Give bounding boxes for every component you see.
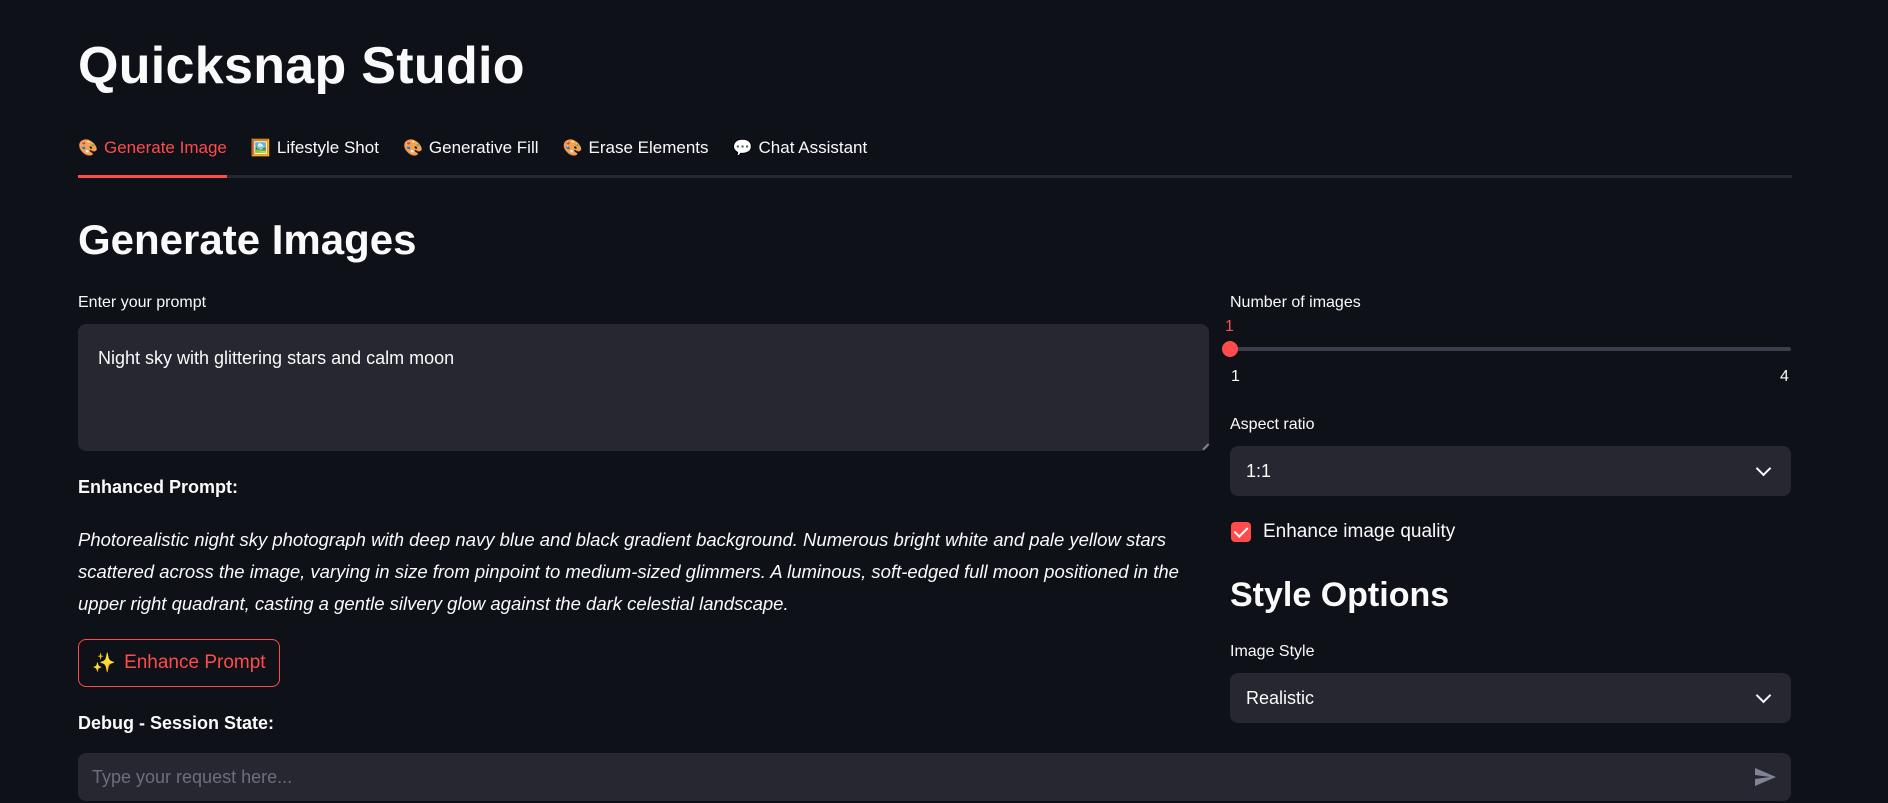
image-style-value: Realistic [1246,687,1315,708]
prompt-textarea[interactable] [78,324,1209,451]
app-root: Quicksnap Studio 🎨 Generate Image 🖼️ Lif… [0,0,1888,803]
prompt-label: Enter your prompt [78,294,207,311]
send-button[interactable] [1751,763,1779,791]
tab-label: Chat Assistant [758,138,868,157]
palette-icon: 🎨 [562,140,583,157]
framed-picture-icon: 🖼️ [250,140,271,157]
send-icon [1755,768,1776,786]
tab-label: Generative Fill [428,138,539,157]
enhance-prompt-label: Enhance Prompt [124,652,266,673]
num-images-label: Number of images [1230,294,1361,311]
slider-max-label: 4 [1780,368,1789,385]
section-title: Generate Images [78,216,417,263]
tab-erase-elements[interactable]: 🎨 Erase Elements [563,128,733,168]
enhance-prompt-button[interactable]: ✨ Enhance Prompt [78,639,280,687]
app-title: Quicksnap Studio [78,37,525,95]
sparkles-icon: ✨ [92,653,117,674]
enhance-quality-label: Enhance image quality [1263,521,1456,542]
checkmark-icon [1233,523,1249,538]
chat-input[interactable] [90,765,1751,789]
style-options-title: Style Options [1230,576,1450,614]
palette-icon: 🎨 [402,140,423,157]
aspect-ratio-value: 1:1 [1246,460,1272,481]
aspect-ratio-label: Aspect ratio [1230,416,1315,433]
num-images-slider-track[interactable] [1230,347,1791,351]
tab-bar: 🎨 Generate Image 🖼️ Lifestyle Shot 🎨 Gen… [78,128,1792,178]
aspect-ratio-select[interactable]: 1:1 [1230,446,1791,496]
tab-label: Generate Image [104,138,227,157]
tab-lifestyle-shot[interactable]: 🖼️ Lifestyle Shot [251,128,403,168]
slider-current-value: 1 [1225,318,1234,335]
tab-generative-fill[interactable]: 🎨 Generative Fill [403,128,563,168]
enhance-quality-checkbox-row[interactable]: Enhance image quality [1231,521,1455,543]
speech-bubble-icon: 💬 [732,140,753,157]
debug-session-label: Debug - Session State: [78,713,275,733]
tab-chat-assistant[interactable]: 💬 Chat Assistant [733,128,892,168]
chevron-down-icon [1755,460,1772,477]
tab-label: Erase Elements [588,138,709,157]
slider-min-label: 1 [1231,368,1240,385]
num-images-slider-thumb[interactable] [1222,341,1238,357]
palette-icon: 🎨 [78,140,98,157]
tab-label: Lifestyle Shot [276,138,379,157]
image-style-select[interactable]: Realistic [1230,673,1791,723]
tab-generate-image[interactable]: 🎨 Generate Image [78,128,251,178]
chevron-down-icon [1755,687,1772,704]
enhanced-prompt-label: Enhanced Prompt: [78,477,239,497]
enhanced-prompt-text: Photorealistic night sky photograph with… [78,529,1179,614]
chat-input-bar [78,753,1791,801]
image-style-label: Image Style [1230,643,1315,660]
enhance-quality-checkbox[interactable] [1231,522,1251,542]
